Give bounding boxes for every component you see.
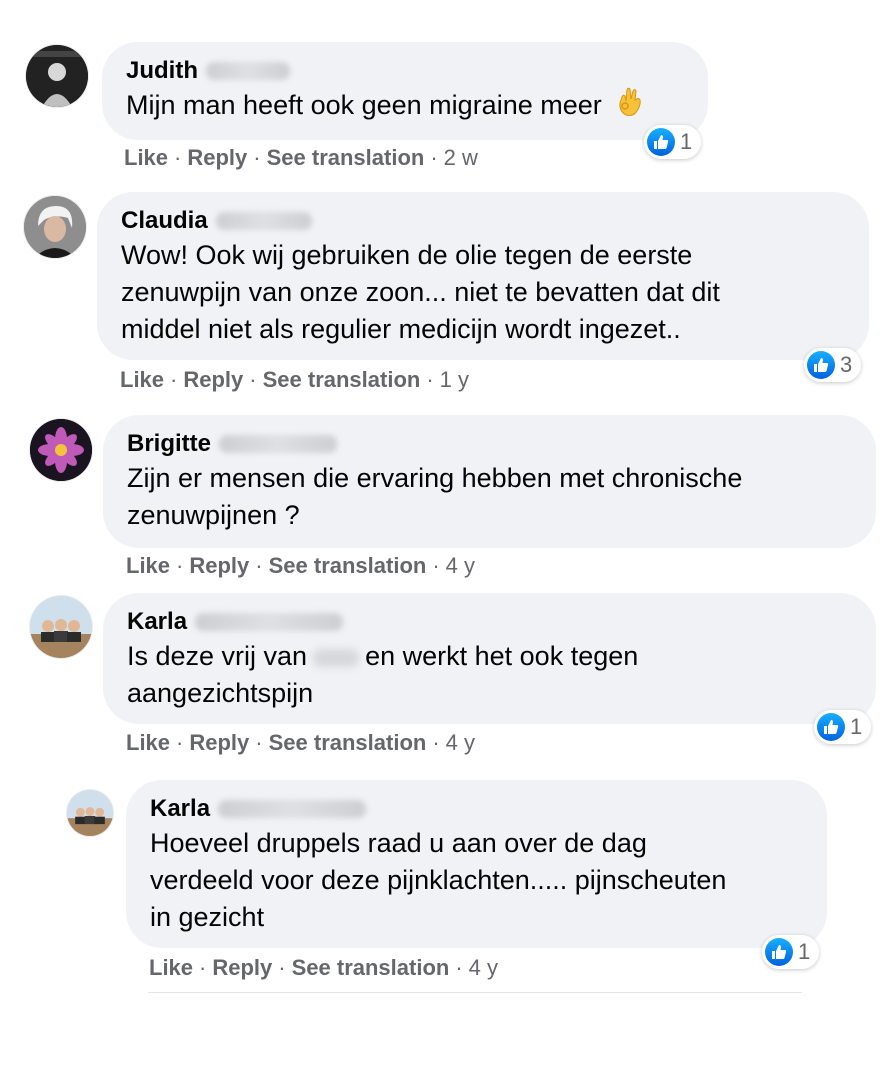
comment-text: Hoeveel druppels raad u aan over de dag … [150, 825, 803, 936]
author-name[interactable]: Brigitte [127, 429, 852, 459]
reply-button[interactable]: Reply [183, 367, 243, 392]
reaction-number: 3 [840, 352, 853, 377]
comment-bubble: Judith Mijn man heeft ook geen migraine … [102, 42, 708, 140]
avatar[interactable] [24, 196, 86, 258]
author-lastname-redacted [215, 212, 312, 230]
author-name[interactable]: Claudia [121, 206, 845, 236]
avatar[interactable] [26, 45, 88, 107]
author-lastname-redacted [206, 62, 290, 80]
author-lastname-redacted [195, 613, 344, 631]
comment-bubble: Claudia Wow! Ook wij gebruiken de olie t… [97, 192, 869, 360]
timestamp[interactable]: 4 y [446, 553, 475, 578]
comment-line: Wow! Ook wij gebruiken de olie tegen de … [121, 240, 693, 270]
reply-button[interactable]: Reply [189, 553, 249, 578]
author-first-name[interactable]: Claudia [121, 206, 208, 236]
reaction-count[interactable]: 1 [644, 125, 702, 159]
see-translation-link[interactable]: See translation [292, 955, 450, 980]
like-button[interactable]: Like [126, 730, 170, 755]
comment-actions: Like · Reply · See translation · 4 y [149, 955, 499, 980]
comment-text-part: Is deze vrij van [127, 641, 308, 671]
timestamp[interactable]: 1 y [440, 367, 469, 392]
see-translation-link[interactable]: See translation [269, 730, 427, 755]
timestamp[interactable]: 2 w [444, 145, 478, 170]
comment-line: Is deze vrij van en werkt het ook tegen [127, 638, 852, 675]
ok-hand-emoji [617, 87, 643, 127]
like-reaction-icon [765, 938, 793, 966]
like-button[interactable]: Like [120, 367, 164, 392]
author-lastname-redacted [219, 435, 337, 453]
like-reaction-icon [647, 128, 675, 156]
reaction-count[interactable]: 3 [804, 348, 862, 382]
reaction-count[interactable]: 1 [814, 710, 872, 744]
author-name[interactable]: Karla [127, 607, 852, 637]
reply-button[interactable]: Reply [189, 730, 249, 755]
comment-line: Zijn er mensen die ervaring hebben met c… [127, 463, 743, 493]
comment-actions: Like · Reply · See translation · 1 y [120, 367, 470, 392]
timestamp[interactable]: 4 y [446, 730, 475, 755]
see-translation-link[interactable]: See translation [269, 553, 427, 578]
comment-bubble: Karla Is deze vrij van en werkt het ook t… [103, 593, 876, 724]
comment-text: Is deze vrij van en werkt het ook tegen a… [127, 638, 852, 712]
reaction-number: 1 [798, 939, 811, 964]
see-translation-link[interactable]: See translation [267, 145, 425, 170]
comment-bubble: Brigitte Zijn er mensen die ervaring heb… [103, 415, 876, 548]
comment-text-part: en werkt het ook tegen [365, 641, 639, 671]
author-first-name[interactable]: Karla [127, 607, 187, 637]
like-button[interactable]: Like [126, 553, 170, 578]
comment-line: Hoeveel druppels raad u aan over de dag [150, 828, 647, 858]
comment-text: Mijn man heeft ook geen migraine meer [126, 87, 684, 127]
divider [148, 992, 802, 993]
author-first-name[interactable]: Judith [126, 56, 198, 86]
avatar[interactable] [30, 596, 92, 658]
like-reaction-icon [807, 351, 835, 379]
comment-line: Mijn man heeft ook geen migraine meer [126, 90, 602, 121]
comment-line: middel niet als regulier medicijn wordt … [121, 314, 681, 344]
reaction-count[interactable]: 1 [762, 935, 820, 969]
avatar[interactable] [67, 790, 113, 836]
reply-button[interactable]: Reply [187, 145, 247, 170]
reaction-number: 1 [680, 129, 693, 154]
author-name[interactable]: Judith [126, 56, 684, 86]
reaction-number: 1 [850, 714, 863, 739]
like-reaction-icon [817, 713, 845, 741]
like-button[interactable]: Like [149, 955, 193, 980]
comment-line: zenuwpijnen ? [127, 500, 300, 530]
redacted-word [313, 648, 360, 667]
reply-button[interactable]: Reply [212, 955, 272, 980]
comment-text: Zijn er mensen die ervaring hebben met c… [127, 460, 852, 534]
comment-text: Wow! Ook wij gebruiken de olie tegen de … [121, 237, 845, 348]
comment-line: in gezicht [150, 902, 265, 932]
comment-actions: Like · Reply · See translation · 2 w [124, 145, 478, 170]
comment-actions: Like · Reply · See translation · 4 y [126, 553, 476, 578]
author-first-name[interactable]: Brigitte [127, 429, 211, 459]
author-name[interactable]: Karla [150, 794, 803, 824]
comment-actions: Like · Reply · See translation · 4 y [126, 730, 476, 755]
timestamp[interactable]: 4 y [469, 955, 498, 980]
like-button[interactable]: Like [124, 145, 168, 170]
comment-line: aangezichtspijn [127, 678, 314, 708]
comment-line: zenuwpijn van onze zoon... niet te bevat… [121, 277, 720, 307]
author-first-name[interactable]: Karla [150, 794, 210, 824]
comment-bubble: Karla Hoeveel druppels raad u aan over d… [126, 780, 827, 948]
avatar[interactable] [30, 419, 92, 481]
author-lastname-redacted [218, 800, 367, 818]
see-translation-link[interactable]: See translation [263, 367, 421, 392]
comment-line: verdeeld voor deze pijnklachten..... pij… [150, 865, 727, 895]
